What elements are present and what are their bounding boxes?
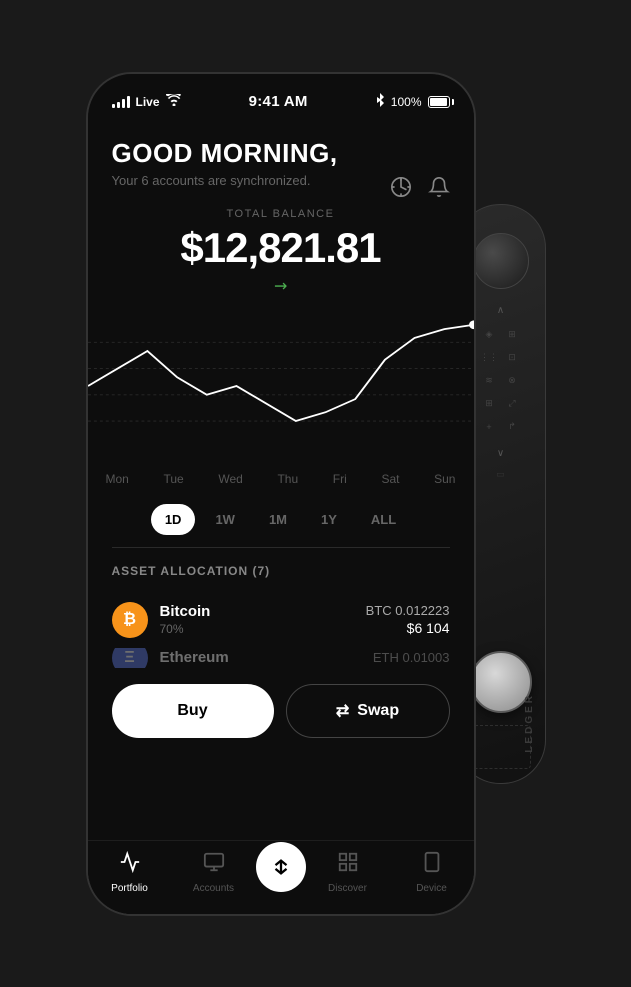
nav-center-button[interactable] xyxy=(256,842,306,892)
time-display: 9:41 AM xyxy=(249,93,308,110)
status-right: 100% xyxy=(375,93,450,110)
day-wed: Wed xyxy=(218,472,242,486)
header-icons xyxy=(390,176,450,204)
ledger-main-button[interactable] xyxy=(470,651,532,713)
asset-name-eth: Ethereum xyxy=(160,649,373,666)
balance-section: TOTAL BALANCE $12,821.81 ↗ xyxy=(88,198,474,296)
filter-1d[interactable]: 1D xyxy=(151,504,196,535)
status-bar: Live 9:41 AM 100% xyxy=(88,74,474,118)
filter-1w[interactable]: 1W xyxy=(201,504,249,535)
battery-label: 100% xyxy=(391,95,422,109)
balance-trend: ↗ xyxy=(112,276,450,296)
day-labels: Mon Tue Wed Thu Fri Sat Sun xyxy=(88,466,474,492)
day-tue: Tue xyxy=(163,472,183,486)
accounts-nav-icon xyxy=(203,851,225,879)
filter-1m[interactable]: 1M xyxy=(255,504,301,535)
nav-discover[interactable]: Discover xyxy=(306,851,390,894)
ledger-icon-4: ⊡ xyxy=(503,349,521,367)
balance-label: TOTAL BALANCE xyxy=(112,208,450,220)
ledger-icon-6: ⊗ xyxy=(503,372,521,390)
nav-discover-label: Discover xyxy=(328,883,367,894)
day-sat: Sat xyxy=(381,472,399,486)
swap-label: Swap xyxy=(357,702,399,720)
asset-section: ASSET ALLOCATION (7) ₿ Bitcoin 70% BTC 0… xyxy=(88,548,474,668)
chart-grid xyxy=(88,342,474,421)
asset-info: Bitcoin 70% xyxy=(160,603,366,636)
device-nav-icon xyxy=(421,851,443,879)
nav-accounts-label: Accounts xyxy=(193,883,234,894)
ledger-icon-10: ↱ xyxy=(503,418,521,436)
eth-icon: Ξ xyxy=(112,648,148,668)
swap-button[interactable]: ⇄ Swap xyxy=(286,684,450,738)
ledger-up-icon: ∧ xyxy=(497,305,504,316)
greeting: GOOD MORNING, xyxy=(112,138,450,169)
battery-fill xyxy=(430,98,447,106)
ledger-icons-grid: ◈ ⊞ ⋮⋮ ⊡ ≋ ⊗ ⊞ ⤢ + ↱ xyxy=(480,326,521,436)
day-thu: Thu xyxy=(277,472,298,486)
buy-button[interactable]: Buy xyxy=(112,684,274,738)
ledger-down-icon: ∨ xyxy=(497,448,504,459)
header: GOOD MORNING, Your 6 accounts are synchr… xyxy=(88,118,474,198)
ledger-top-button xyxy=(473,233,529,289)
battery-icon xyxy=(428,96,450,108)
asset-info-eth: Ethereum xyxy=(160,649,373,666)
asset-value: BTC 0.012223 $6 104 xyxy=(366,603,450,636)
wifi-icon xyxy=(166,94,182,109)
asset-value-eth: ETH 0.01003 xyxy=(373,650,450,665)
ledger-brand-text: LEDGER xyxy=(524,693,535,753)
portfolio-nav-icon xyxy=(119,851,141,879)
bluetooth-icon xyxy=(375,93,385,110)
chart-svg xyxy=(88,316,474,456)
ledger-icon-3: ⋮⋮ xyxy=(480,349,498,367)
bell-icon[interactable] xyxy=(428,176,450,204)
asset-title: ASSET ALLOCATION (7) xyxy=(112,564,450,578)
nav-device[interactable]: Device xyxy=(390,851,474,894)
asset-amount-eth: ETH 0.01003 xyxy=(373,650,450,665)
nav-portfolio-label: Portfolio xyxy=(111,883,148,894)
trend-arrow-icon: ↗ xyxy=(269,274,293,298)
ledger-icon-8: ⤢ xyxy=(503,395,521,413)
status-left: Live xyxy=(112,94,182,109)
nav-portfolio[interactable]: Portfolio xyxy=(88,851,172,894)
chart-line xyxy=(88,324,474,420)
action-buttons: Buy ⇄ Swap xyxy=(88,668,474,754)
ledger-bottom-bracket xyxy=(471,725,531,769)
main-content: GOOD MORNING, Your 6 accounts are synchr… xyxy=(88,118,474,840)
swap-icon: ⇄ xyxy=(336,701,349,721)
filter-1y[interactable]: 1Y xyxy=(307,504,351,535)
nav-accounts[interactable]: Accounts xyxy=(172,851,256,894)
list-item: Ξ Ethereum ETH 0.01003 xyxy=(112,648,450,668)
discover-nav-icon xyxy=(337,851,359,879)
chart-dot xyxy=(469,320,474,329)
time-filters: 1D 1W 1M 1Y ALL xyxy=(88,492,474,547)
day-fri: Fri xyxy=(333,472,347,486)
ledger-icon-9: + xyxy=(480,418,498,436)
asset-usd: $6 104 xyxy=(366,620,450,636)
signal-icon xyxy=(112,96,130,108)
ledger-extra-icon: ▭ xyxy=(496,469,505,480)
phone: Live 9:41 AM 100% xyxy=(86,72,476,916)
ledger-icon-7: ⊞ xyxy=(480,395,498,413)
bottom-nav: Portfolio Accounts xyxy=(88,840,474,914)
asset-name: Bitcoin xyxy=(160,603,366,620)
filter-all[interactable]: ALL xyxy=(357,504,410,535)
asset-amount: BTC 0.012223 xyxy=(366,603,450,618)
ledger-icon-5: ≋ xyxy=(480,372,498,390)
list-item: ₿ Bitcoin 70% BTC 0.012223 $6 104 xyxy=(112,592,450,648)
day-mon: Mon xyxy=(106,472,129,486)
carrier-label: Live xyxy=(136,95,160,109)
balance-amount: $12,821.81 xyxy=(112,224,450,272)
portfolio-icon[interactable] xyxy=(390,176,412,204)
phone-screen: Live 9:41 AM 100% xyxy=(88,74,474,914)
nav-device-label: Device xyxy=(416,883,447,894)
bitcoin-icon: ₿ xyxy=(112,602,148,638)
day-sun: Sun xyxy=(434,472,455,486)
ledger-screen: ∧ ◈ ⊞ ⋮⋮ ⊡ ≋ ⊗ ⊞ ⤢ + ↱ ∨ ▭ xyxy=(475,305,527,505)
ledger-icon-2: ⊞ xyxy=(503,326,521,344)
chart-container xyxy=(88,306,474,466)
asset-pct: 70% xyxy=(160,622,366,636)
ledger-icon-1: ◈ xyxy=(480,326,498,344)
